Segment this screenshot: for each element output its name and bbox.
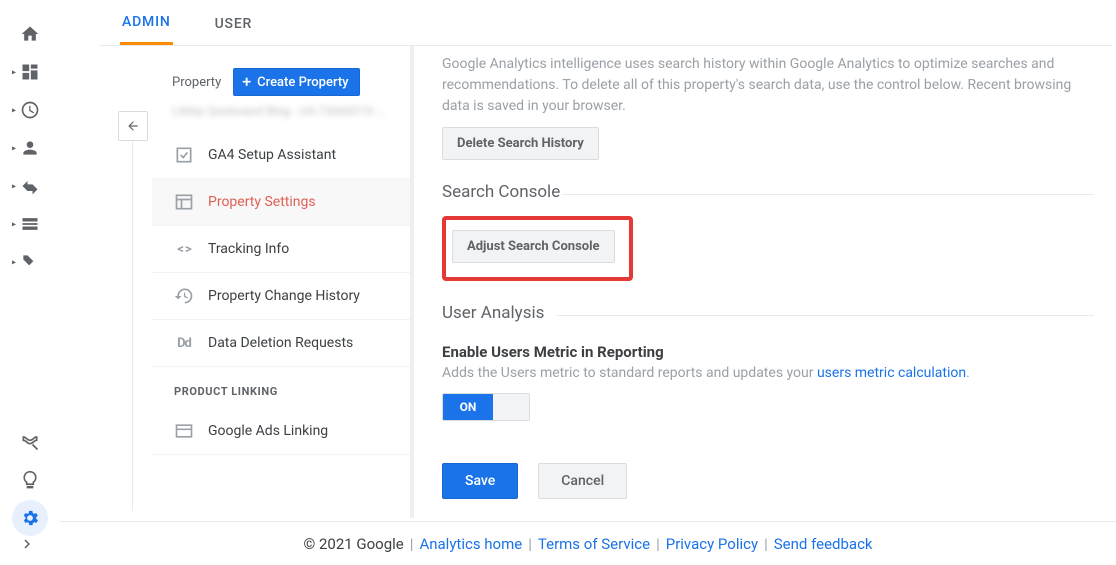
property-name[interactable]: Littley Quicksand Blog - UA-73660219-... <box>172 104 410 118</box>
footer-copyright: © 2021 Google <box>303 535 403 553</box>
footer-privacy[interactable]: Privacy Policy <box>666 535 758 553</box>
ads-icon <box>174 421 194 441</box>
conversions-icon[interactable]: ▸ <box>12 244 48 280</box>
left-nav-rail: ▸ ▸ ▸ ▸ ▸ ▸ <box>0 0 60 565</box>
admin-column: Property + Create Property Littley Quick… <box>100 46 410 518</box>
nav-tracking-info[interactable]: < > Tracking Info <box>152 226 410 273</box>
toggle-off-handle <box>493 394 529 420</box>
adjust-search-console-button[interactable]: Adjust Search Console <box>452 230 615 263</box>
main-panel: Google Analytics intelligence uses searc… <box>414 46 1112 518</box>
tab-user[interactable]: USER <box>213 2 255 44</box>
dashboard-icon[interactable]: ▸ <box>12 54 48 90</box>
footer-tos[interactable]: Terms of Service <box>538 535 650 553</box>
product-linking-heading: PRODUCT LINKING <box>152 367 410 408</box>
intro-text: Google Analytics intelligence uses searc… <box>442 54 1094 117</box>
nav-property-settings[interactable]: Property Settings <box>152 179 410 226</box>
checkbox-icon <box>174 145 194 165</box>
users-metric-toggle[interactable]: ON <box>442 393 530 421</box>
footer: © 2021 Google | Analytics home | Terms o… <box>60 521 1116 565</box>
behavior-icon[interactable]: ▸ <box>12 206 48 242</box>
nav-ga4-setup[interactable]: GA4 Setup Assistant <box>152 132 410 179</box>
users-metric-link[interactable]: users metric calculation <box>817 365 966 381</box>
insights-icon[interactable] <box>12 462 48 498</box>
cancel-button[interactable]: Cancel <box>538 463 627 499</box>
discover-icon[interactable] <box>12 424 48 460</box>
back-button[interactable] <box>118 111 148 141</box>
footer-feedback[interactable]: Send feedback <box>774 535 873 553</box>
create-property-button[interactable]: + Create Property <box>233 68 359 96</box>
nav-google-ads-linking[interactable]: Google Ads Linking <box>152 408 410 455</box>
nav-data-deletion[interactable]: Dd Data Deletion Requests <box>152 320 410 367</box>
search-console-heading: Search Console <box>442 182 1094 208</box>
plus-icon: + <box>242 74 251 90</box>
tab-admin[interactable]: ADMIN <box>120 0 173 45</box>
enable-users-desc: Adds the Users metric to standard report… <box>442 365 1094 381</box>
property-label: Property <box>172 75 221 90</box>
user-analysis-heading: User Analysis <box>442 303 1094 329</box>
delete-search-history-button[interactable]: Delete Search History <box>442 127 599 160</box>
footer-analytics-home[interactable]: Analytics home <box>419 535 522 553</box>
layout-icon <box>174 192 194 212</box>
top-tabs: ADMIN USER <box>100 0 1112 46</box>
history-icon <box>174 286 194 306</box>
save-button[interactable]: Save <box>442 463 518 499</box>
create-property-label: Create Property <box>257 75 348 90</box>
realtime-icon[interactable]: ▸ <box>12 92 48 128</box>
enable-users-heading: Enable Users Metric in Reporting <box>442 343 1094 361</box>
toggle-on-label: ON <box>443 394 493 420</box>
audience-icon[interactable]: ▸ <box>12 130 48 166</box>
dd-icon: Dd <box>174 333 194 353</box>
nav-change-history[interactable]: Property Change History <box>152 273 410 320</box>
home-icon[interactable] <box>12 16 48 52</box>
acquisition-icon[interactable]: ▸ <box>12 168 48 204</box>
admin-gear-icon[interactable] <box>12 500 48 536</box>
code-icon: < > <box>174 239 194 259</box>
highlight-box: Adjust Search Console <box>442 216 633 281</box>
collapse-icon[interactable] <box>18 535 36 557</box>
